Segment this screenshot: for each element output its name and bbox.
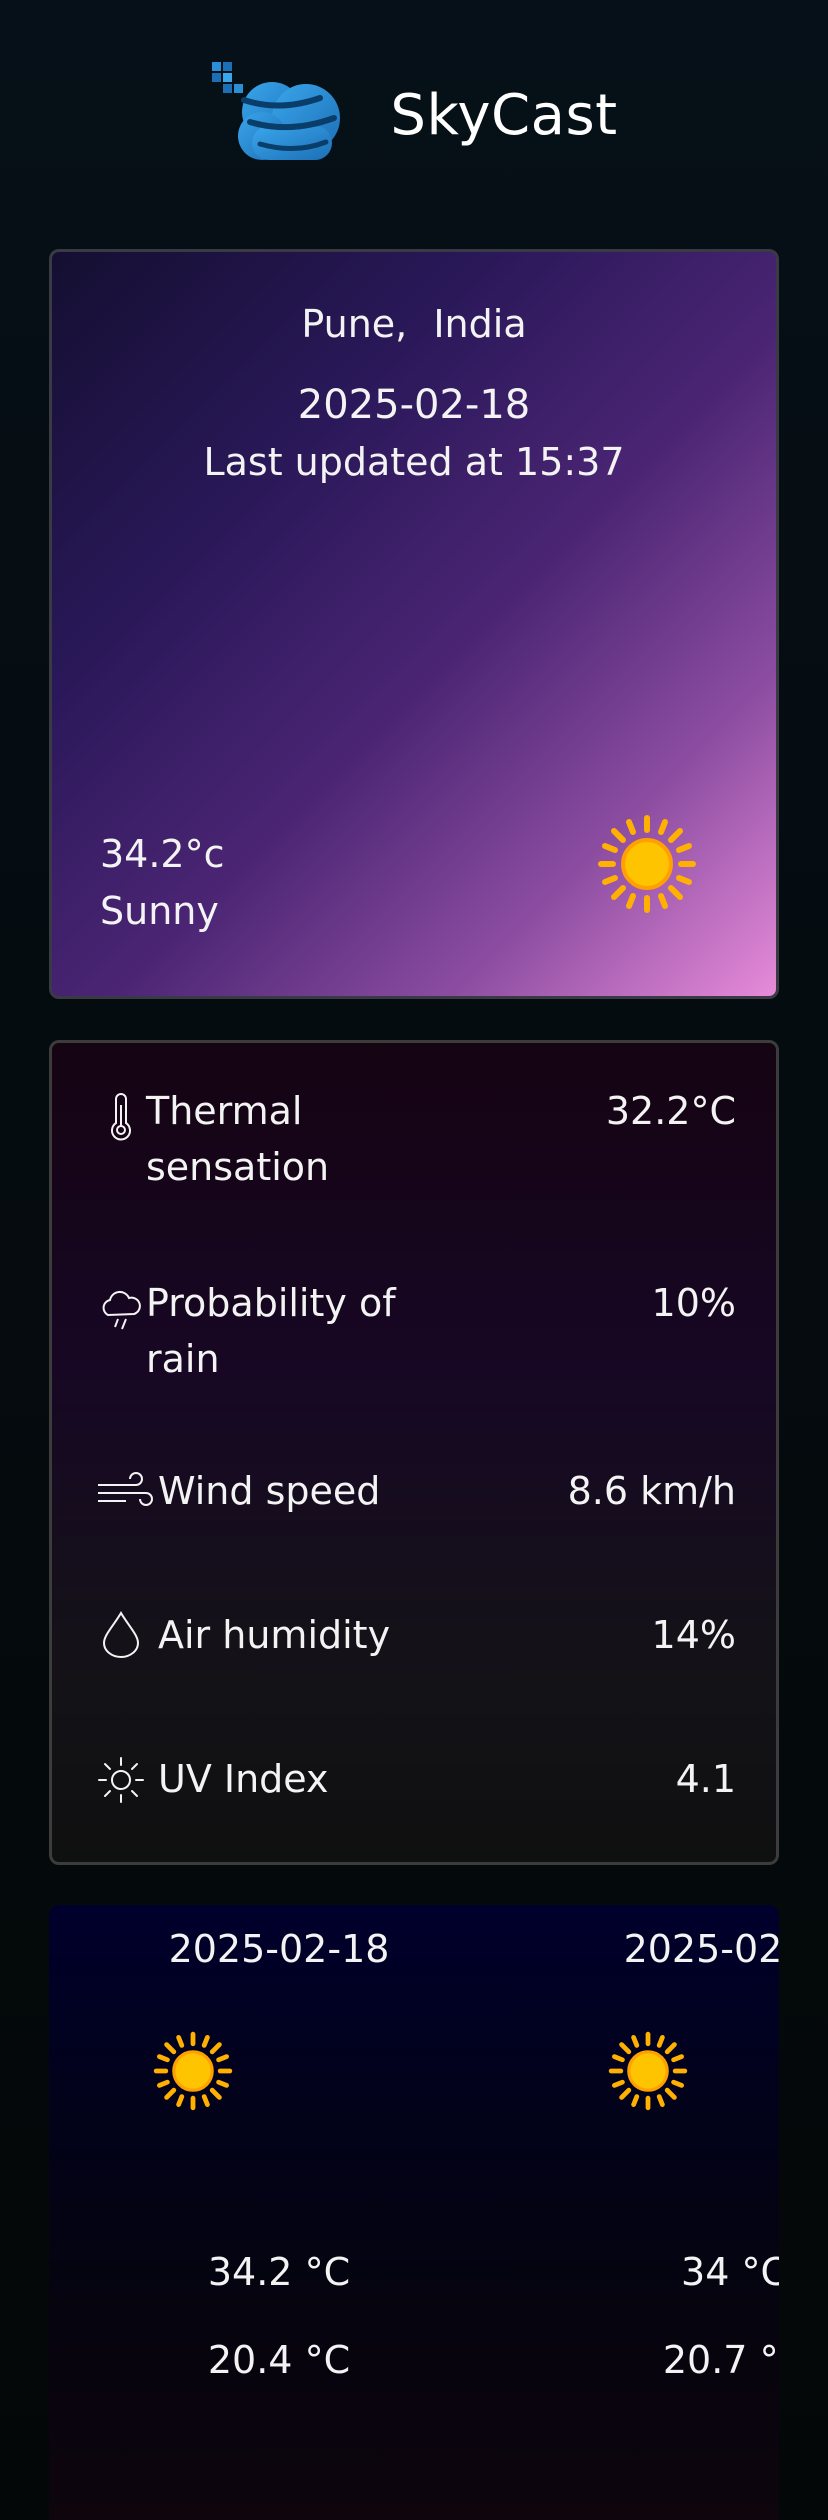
forecast-date: 2025-02-19: [623, 1927, 779, 1971]
forecast-max-temp: 34.2 °C: [207, 2250, 351, 2294]
detail-value: 14%: [651, 1613, 736, 1657]
app-header: SkyCast: [0, 60, 828, 170]
forecast-max-temp: 34 °C: [681, 2250, 779, 2294]
detail-row-rain-probability: Probability of rain 10%: [52, 1275, 776, 1395]
thermometer-icon: [111, 1093, 131, 1141]
current-weather-card: Pune, India 2025-02-18 Last updated at 1…: [49, 249, 779, 999]
app-title: SkyCast: [390, 82, 618, 148]
last-updated: Last updated at 15:37: [203, 440, 625, 484]
droplet-icon: [102, 1611, 140, 1658]
location-label: Pune, India: [301, 302, 527, 346]
wind-icon: [98, 1472, 153, 1506]
detail-row-uv-index: UV Index 4.1: [52, 1751, 776, 1811]
detail-row-thermal-sensation: Thermal sensation 32.2°C: [52, 1083, 776, 1203]
rain-cloud-icon: [102, 1290, 141, 1330]
detail-label: Thermal sensation: [146, 1089, 330, 1189]
detail-value: 10%: [651, 1281, 736, 1325]
detail-value: 32.2°C: [605, 1089, 736, 1133]
current-condition: Sunny: [100, 889, 219, 933]
weather-details-card: Thermal sensation 32.2°C Probability of …: [49, 1040, 779, 1865]
forecast-date: 2025-02-18: [168, 1927, 390, 1971]
current-date: 2025-02-18: [297, 382, 531, 428]
forecast-day-card[interactable]: 2025-02-18 34.2 °C 20.4 °C: [49, 1905, 509, 2520]
sun-icon: [153, 2031, 233, 2111]
detail-value: 8.6 km/h: [567, 1469, 736, 1513]
current-temperature: 34.2°c: [100, 832, 225, 876]
detail-value: 4.1: [675, 1757, 736, 1801]
forecast-day-card[interactable]: 2025-02-19 34 °C 20.7 °C: [504, 1905, 779, 2520]
detail-label: Air humidity: [158, 1613, 391, 1657]
detail-row-air-humidity: Air humidity 14%: [52, 1607, 776, 1667]
uv-sun-icon: [98, 1757, 144, 1803]
forecast-min-temp: 20.7 °C: [662, 2338, 779, 2382]
detail-label: Wind speed: [158, 1469, 381, 1513]
detail-label: UV Index: [158, 1757, 329, 1801]
detail-label: Probability of rain: [146, 1281, 396, 1381]
forecast-min-temp: 20.4 °C: [207, 2338, 351, 2382]
cloud-logo-icon: [212, 62, 341, 160]
forecast-carousel[interactable]: 2025-02-18 34.2 °C 20.4 °C 2025-02-19: [49, 1905, 779, 2520]
detail-row-wind-speed: Wind speed 8.6 km/h: [52, 1463, 776, 1523]
sun-icon: [598, 815, 696, 913]
sun-icon: [608, 2031, 688, 2111]
